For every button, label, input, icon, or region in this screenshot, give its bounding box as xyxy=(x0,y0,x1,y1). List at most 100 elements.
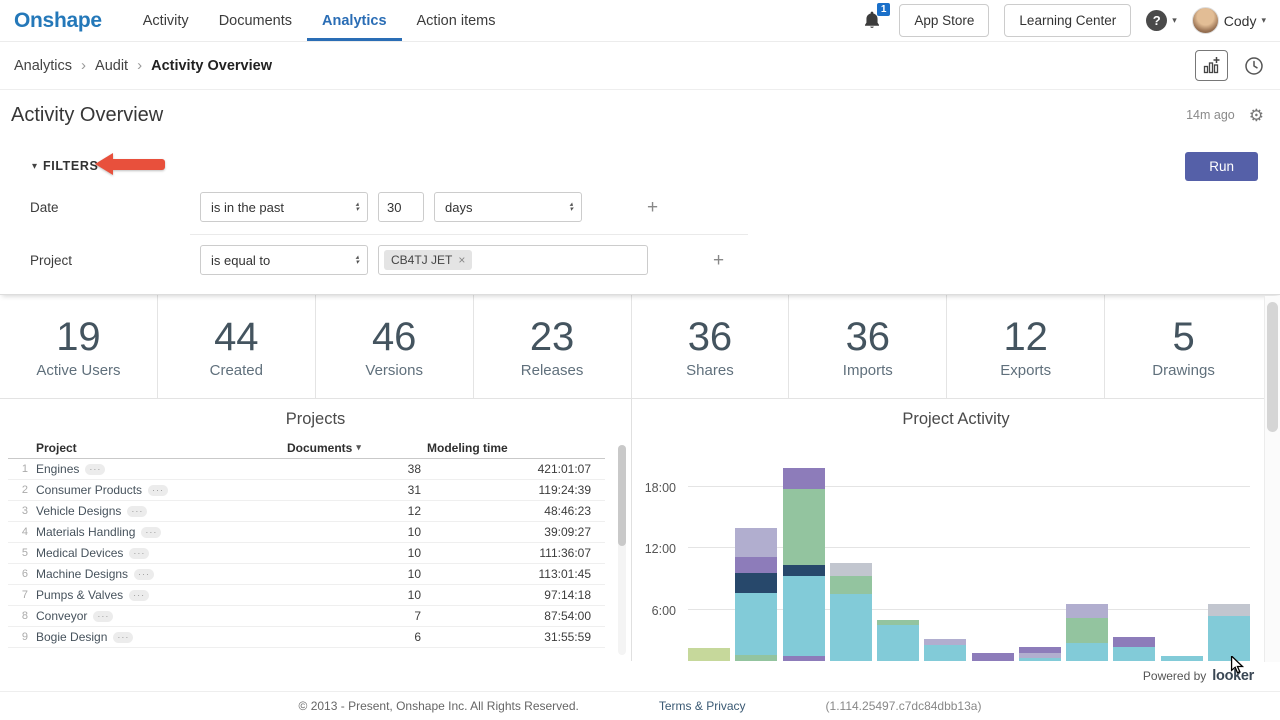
page-scrollbar-track[interactable] xyxy=(1264,296,1280,662)
notifications-button[interactable]: 1 xyxy=(862,10,884,32)
row-index: 7 xyxy=(8,589,36,601)
documents-cell: 10 xyxy=(287,525,427,539)
column-header-project[interactable]: Project xyxy=(36,441,287,455)
app-store-button[interactable]: App Store xyxy=(899,4,989,37)
table-row[interactable]: 6Machine Designs···10113:01:45 xyxy=(8,564,605,585)
row-menu-icon[interactable]: ··· xyxy=(129,548,149,559)
stat-value: 19 xyxy=(56,315,101,359)
help-menu[interactable]: ? ▾ xyxy=(1146,10,1177,31)
chart-bar-2[interactable] xyxy=(735,528,777,661)
row-menu-icon[interactable]: ··· xyxy=(129,590,149,601)
run-button[interactable]: Run xyxy=(1185,152,1258,181)
row-menu-icon[interactable]: ··· xyxy=(141,527,161,538)
chart-bar-6[interactable] xyxy=(924,639,966,661)
chart-bar-10[interactable] xyxy=(1113,637,1155,661)
filter-chip[interactable]: CB4TJ JET × xyxy=(384,250,472,270)
page-title: Activity Overview xyxy=(11,104,163,127)
collapse-caret-icon: ▾ xyxy=(32,161,37,172)
projects-table: Project Documents ▾ Modeling time 1Engin… xyxy=(0,437,631,648)
table-row[interactable]: 3Vehicle Designs···1248:46:23 xyxy=(8,501,605,522)
breadcrumb-item-analytics[interactable]: Analytics xyxy=(14,58,72,74)
chart-bar-9[interactable] xyxy=(1066,604,1108,661)
add-project-filter-button[interactable]: + xyxy=(713,251,724,270)
bar-segment-teal xyxy=(924,645,966,661)
date-value-input[interactable]: 30 xyxy=(378,192,424,222)
add-dashboard-button[interactable] xyxy=(1195,50,1228,81)
stat-label: Created xyxy=(210,362,263,379)
table-row[interactable]: 2Consumer Products···31119:24:39 xyxy=(8,480,605,501)
date-unit-select[interactable]: days ▴▾ xyxy=(434,192,582,222)
project-cell: Bogie Design··· xyxy=(36,630,287,644)
bar-segment-purple xyxy=(735,557,777,572)
bar-segment-teal xyxy=(877,625,919,661)
nav-item-action-items[interactable]: Action items xyxy=(402,0,511,41)
chart-bar-5[interactable] xyxy=(877,620,919,661)
table-row[interactable]: 5Medical Devices···10111:36:07 xyxy=(8,543,605,564)
chart-bar-3[interactable] xyxy=(783,468,825,661)
stat-tile-imports[interactable]: 36Imports xyxy=(789,295,947,398)
table-row[interactable]: 8Conveyor···787:54:00 xyxy=(8,606,605,627)
learning-center-button[interactable]: Learning Center xyxy=(1004,4,1131,37)
stat-tile-versions[interactable]: 46Versions xyxy=(316,295,474,398)
chart-bar-8[interactable] xyxy=(1019,647,1061,661)
chart-bar-4[interactable] xyxy=(830,563,872,661)
nav-item-analytics[interactable]: Analytics xyxy=(307,0,401,41)
add-date-filter-button[interactable]: + xyxy=(647,198,658,217)
stat-tile-exports[interactable]: 12Exports xyxy=(947,295,1105,398)
date-operator-select[interactable]: is in the past ▴▾ xyxy=(200,192,368,222)
version-text: (1.114.25497.c7dc84dbb13a) xyxy=(826,699,982,713)
breadcrumb-item-audit[interactable]: Audit xyxy=(95,58,128,74)
bar-segment-green xyxy=(1066,618,1108,644)
user-menu[interactable]: Cody ▾ xyxy=(1192,7,1266,34)
nav-item-activity[interactable]: Activity xyxy=(128,0,204,41)
stat-value: 12 xyxy=(1003,315,1048,359)
row-menu-icon[interactable]: ··· xyxy=(148,485,168,496)
breadcrumb-item-activity-overview: Activity Overview xyxy=(151,58,272,74)
project-value-input[interactable]: CB4TJ JET × xyxy=(378,245,648,275)
onshape-logo[interactable]: Onshape xyxy=(14,9,102,33)
table-row[interactable]: 1Engines···38421:01:07 xyxy=(8,459,605,480)
stat-tile-shares[interactable]: 36Shares xyxy=(632,295,790,398)
project-operator-select[interactable]: is equal to ▴▾ xyxy=(200,245,368,275)
clock-icon[interactable] xyxy=(1244,56,1264,76)
chip-close-icon[interactable]: × xyxy=(458,253,465,267)
project-cell: Conveyor··· xyxy=(36,609,287,623)
filters-header[interactable]: ▾ FILTERS xyxy=(0,156,1280,176)
table-row[interactable]: 7Pumps & Valves···1097:14:18 xyxy=(8,585,605,606)
select-arrows-icon: ▴▾ xyxy=(355,202,359,212)
stat-tile-drawings[interactable]: 5Drawings xyxy=(1105,295,1262,398)
chart-bar-12[interactable] xyxy=(1208,604,1250,661)
table-scrollbar-track[interactable] xyxy=(618,445,626,655)
chip-label: CB4TJ JET xyxy=(391,253,452,267)
bar-segment-lavender xyxy=(1066,604,1108,617)
chart-bar-11[interactable] xyxy=(1161,656,1203,661)
bar-segment-teal xyxy=(783,576,825,656)
column-header-modeling-time[interactable]: Modeling time xyxy=(427,441,605,455)
row-menu-icon[interactable]: ··· xyxy=(93,611,113,622)
column-header-documents[interactable]: Documents ▾ xyxy=(287,441,427,455)
row-menu-icon[interactable]: ··· xyxy=(134,569,154,580)
row-menu-icon[interactable]: ··· xyxy=(85,464,105,475)
terms-privacy-link[interactable]: Terms & Privacy xyxy=(659,699,746,713)
row-menu-icon[interactable]: ··· xyxy=(127,506,147,517)
chart-bar-1[interactable] xyxy=(688,648,730,661)
project-name: Pumps & Valves xyxy=(36,588,123,602)
gear-icon[interactable]: ⚙ xyxy=(1249,107,1264,124)
documents-cell: 31 xyxy=(287,483,427,497)
chart-bar-7[interactable] xyxy=(972,653,1014,661)
bar-segment-teal xyxy=(1019,658,1061,661)
stat-tile-active-users[interactable]: 19Active Users xyxy=(0,295,158,398)
project-filter-label: Project xyxy=(30,253,190,268)
table-scrollbar-thumb[interactable] xyxy=(618,445,626,546)
page-scrollbar-thumb[interactable] xyxy=(1267,302,1278,432)
table-row[interactable]: 9Bogie Design···631:55:59 xyxy=(8,627,605,648)
sort-desc-icon: ▾ xyxy=(356,442,361,453)
stat-tile-created[interactable]: 44Created xyxy=(158,295,316,398)
stat-tile-releases[interactable]: 23Releases xyxy=(474,295,632,398)
project-operator-value: is equal to xyxy=(211,253,349,268)
powered-by-bar: Powered by looker xyxy=(0,661,1280,691)
row-menu-icon[interactable]: ··· xyxy=(113,632,133,643)
nav-item-documents[interactable]: Documents xyxy=(204,0,307,41)
table-row[interactable]: 4Materials Handling···1039:09:27 xyxy=(8,522,605,543)
looker-logo[interactable]: looker xyxy=(1212,668,1254,684)
